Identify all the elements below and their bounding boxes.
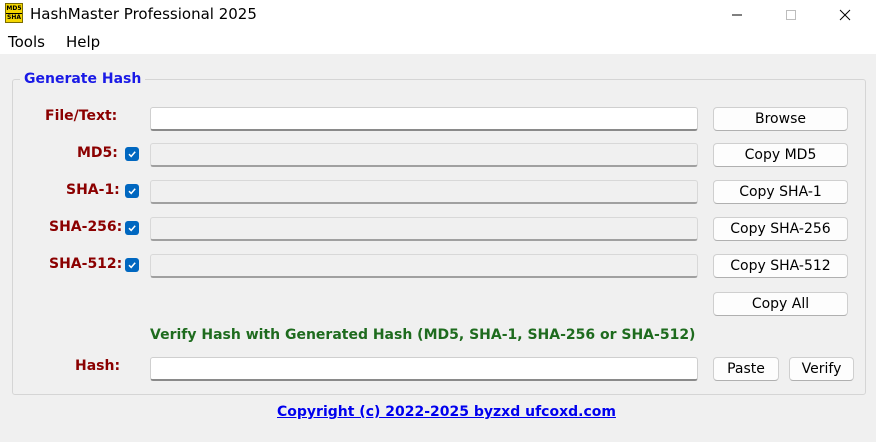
copy-sha512-button[interactable]: Copy SHA-512 xyxy=(713,254,848,278)
sha256-checkbox[interactable] xyxy=(125,221,139,235)
menu-bar: Tools Help xyxy=(0,30,876,54)
menu-help[interactable]: Help xyxy=(66,33,100,51)
generate-hash-title: Generate Hash xyxy=(20,71,146,87)
app-icon: MD5 SHA xyxy=(5,3,23,23)
sha1-output[interactable] xyxy=(150,180,698,204)
sha512-output[interactable] xyxy=(150,254,698,278)
copy-md5-button[interactable]: Copy MD5 xyxy=(713,143,848,167)
menu-tools[interactable]: Tools xyxy=(8,33,45,51)
checkmark-icon xyxy=(128,262,136,269)
close-button[interactable] xyxy=(822,0,868,30)
title-bar: MD5 SHA HashMaster Professional 2025 xyxy=(0,0,876,30)
verify-button[interactable]: Verify xyxy=(789,357,854,381)
file-text-label: File/Text: xyxy=(45,108,118,124)
copy-sha1-button[interactable]: Copy SHA-1 xyxy=(713,180,848,204)
app-icon-text-bottom: SHA xyxy=(6,13,22,21)
close-icon xyxy=(839,9,851,21)
checkmark-icon xyxy=(128,225,136,232)
window-title: HashMaster Professional 2025 xyxy=(30,5,257,23)
sha512-label: SHA-512: xyxy=(49,256,123,272)
minimize-icon xyxy=(732,14,742,16)
sha1-checkbox[interactable] xyxy=(125,184,139,198)
md5-label: MD5: xyxy=(77,145,118,161)
hash-input[interactable] xyxy=(150,357,698,381)
sha512-checkbox[interactable] xyxy=(125,258,139,272)
browse-button[interactable]: Browse xyxy=(713,107,848,131)
maximize-button[interactable] xyxy=(768,0,814,30)
sha1-label: SHA-1: xyxy=(66,182,120,198)
checkmark-icon xyxy=(128,151,136,158)
minimize-button[interactable] xyxy=(714,0,760,30)
checkmark-icon xyxy=(128,188,136,195)
md5-output[interactable] xyxy=(150,143,698,167)
sha256-label: SHA-256: xyxy=(49,219,123,235)
copy-all-button[interactable]: Copy All xyxy=(713,292,848,316)
verify-heading: Verify Hash with Generated Hash (MD5, SH… xyxy=(150,327,696,343)
maximize-icon xyxy=(786,10,796,20)
copy-sha256-button[interactable]: Copy SHA-256 xyxy=(713,217,848,241)
md5-checkbox[interactable] xyxy=(125,147,139,161)
copyright-link[interactable]: Copyright (c) 2022-2025 byzxd ufcoxd.com xyxy=(277,404,616,420)
paste-button[interactable]: Paste xyxy=(713,357,779,381)
hash-label: Hash: xyxy=(75,358,121,374)
app-icon-text-top: MD5 xyxy=(6,5,22,12)
file-text-input[interactable] xyxy=(150,107,698,131)
sha256-output[interactable] xyxy=(150,217,698,241)
